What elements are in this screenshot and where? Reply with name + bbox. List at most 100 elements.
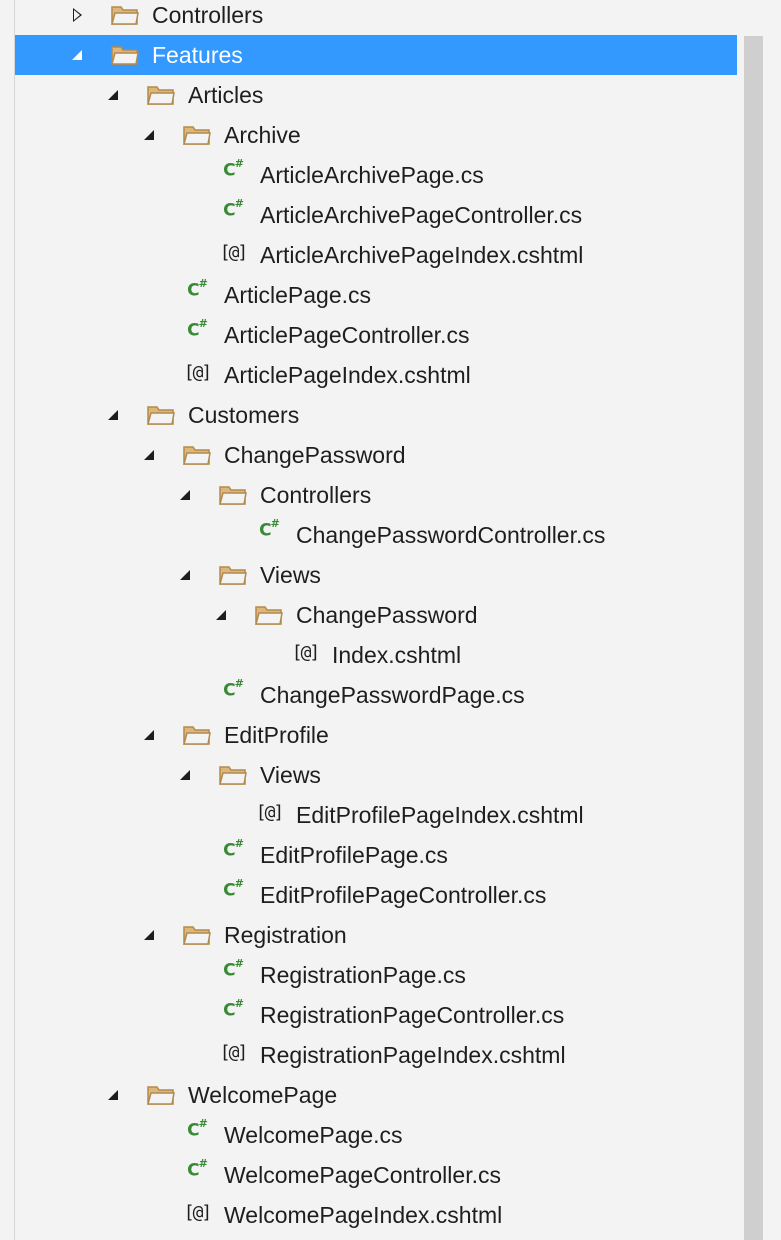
tree-folder-node[interactable]: Archive <box>15 115 737 155</box>
tree-node-label: Helpers <box>152 1235 231 1240</box>
tree-folder-node[interactable]: Articles <box>15 75 737 115</box>
razor-file-icon: [@] <box>219 241 248 263</box>
csharp-file-icon: C# <box>259 517 280 541</box>
expand-arrow-icon[interactable] <box>67 1235 87 1240</box>
folder-icon <box>144 1075 178 1115</box>
tree-file-node[interactable]: [@] Index.cshtml <box>15 635 737 675</box>
tree-folder-node[interactable]: Controllers <box>15 0 737 35</box>
collapse-arrow-icon[interactable] <box>175 755 195 795</box>
tree-file-node[interactable]: C# ArticlePage.cs <box>15 275 737 315</box>
tree-node-label: Controllers <box>152 2 264 28</box>
tree-node-label: ChangePassword <box>296 602 478 628</box>
tree-file-node[interactable]: C# RegistrationPageController.cs <box>15 995 737 1035</box>
tree-file-node[interactable]: [@] RegistrationPageIndex.cshtml <box>15 1035 737 1075</box>
collapse-arrow-icon[interactable] <box>211 595 231 635</box>
tree-node-label: ArticleArchivePageIndex.cshtml <box>260 242 584 268</box>
tree-folder-node[interactable]: ChangePassword <box>15 595 737 635</box>
folder-icon <box>252 595 286 635</box>
tree-folder-node[interactable]: ChangePassword <box>15 435 737 475</box>
tree-file-node[interactable]: [@] EditProfilePageIndex.cshtml <box>15 795 737 835</box>
collapse-arrow-icon[interactable] <box>139 715 159 755</box>
solution-tree: Controllers Features Articles Archive C# Arti… <box>15 0 737 1240</box>
razor-file-icon: [@] <box>219 1041 248 1063</box>
tree-node-label: Controllers <box>260 482 372 508</box>
tree-file-node[interactable]: C# RegistrationPage.cs <box>15 955 737 995</box>
tree-node-label: ArticlePageIndex.cshtml <box>224 362 471 388</box>
tree-file-node[interactable]: C# ArticleArchivePage.cs <box>15 155 737 195</box>
tree-file-node[interactable]: [@] ArticleArchivePageIndex.cshtml <box>15 235 737 275</box>
tree-file-node[interactable]: C# ChangePasswordPage.cs <box>15 675 737 715</box>
tree-node-label: ArticleArchivePage.cs <box>260 162 484 188</box>
csharp-file-icon: C# <box>223 197 244 221</box>
tree-node-label: ArticlePage.cs <box>224 282 372 308</box>
tree-file-node[interactable]: C# ChangePasswordController.cs <box>15 515 737 555</box>
expand-arrow-icon[interactable] <box>67 0 87 35</box>
tree-node-label: Views <box>260 762 321 788</box>
tree-file-node[interactable]: [@] ArticlePageIndex.cshtml <box>15 355 737 395</box>
tree-file-node[interactable]: C# EditProfilePageController.cs <box>15 875 737 915</box>
razor-file-icon: [@] <box>183 1201 212 1223</box>
csharp-file-icon: C# <box>187 277 208 301</box>
tree-node-label: Index.cshtml <box>332 642 462 668</box>
folder-icon <box>180 715 214 755</box>
tree-folder-node[interactable]: EditProfile <box>15 715 737 755</box>
tree-file-node[interactable]: C# EditProfilePage.cs <box>15 835 737 875</box>
csharp-file-icon: C# <box>187 317 208 341</box>
tree-node-label: Features <box>152 42 243 68</box>
tree-folder-node[interactable]: Controllers <box>15 475 737 515</box>
collapse-arrow-icon[interactable] <box>103 1075 123 1115</box>
tree-folder-node[interactable]: Views <box>15 555 737 595</box>
tree-file-node[interactable]: C# WelcomePage.cs <box>15 1115 737 1155</box>
tree-node-label: RegistrationPageController.cs <box>260 1002 565 1028</box>
folder-icon <box>108 0 142 35</box>
tree-file-node[interactable]: C# ArticleArchivePageController.cs <box>15 195 737 235</box>
tree-folder-node[interactable]: Helpers <box>15 1235 737 1240</box>
tree-node-label: WelcomePage.cs <box>224 1122 403 1148</box>
solution-explorer-tree-panel: Controllers Features Articles Archive C# Arti… <box>0 0 781 1240</box>
collapse-arrow-icon[interactable] <box>139 435 159 475</box>
tree-node-label: EditProfilePageController.cs <box>260 882 547 908</box>
tree-node-label: RegistrationPage.cs <box>260 962 466 988</box>
csharp-file-icon: C# <box>223 677 244 701</box>
folder-icon <box>108 1235 142 1240</box>
tree-node-label: Articles <box>188 82 264 108</box>
csharp-file-icon: C# <box>223 837 244 861</box>
collapse-arrow-icon[interactable] <box>139 115 159 155</box>
collapse-arrow-icon[interactable] <box>103 395 123 435</box>
collapse-arrow-icon[interactable] <box>175 475 195 515</box>
folder-icon <box>216 475 250 515</box>
tree-folder-node[interactable]: Features <box>15 35 737 75</box>
collapse-arrow-icon[interactable] <box>139 915 159 955</box>
collapse-arrow-icon[interactable] <box>67 35 87 75</box>
razor-file-icon: [@] <box>183 361 212 383</box>
csharp-file-icon: C# <box>223 997 244 1021</box>
scrollbar-thumb[interactable] <box>744 36 763 1240</box>
tree-folder-node[interactable]: WelcomePage <box>15 1075 737 1115</box>
tree-file-node[interactable]: [@] WelcomePageIndex.cshtml <box>15 1195 737 1235</box>
tree-node-label: ChangePassword <box>224 442 406 468</box>
razor-file-icon: [@] <box>255 801 284 823</box>
collapse-arrow-icon[interactable] <box>103 75 123 115</box>
collapse-arrow-icon[interactable] <box>175 555 195 595</box>
folder-icon <box>144 395 178 435</box>
folder-icon <box>180 435 214 475</box>
folder-icon <box>108 35 142 75</box>
razor-file-icon: [@] <box>291 641 320 663</box>
tree-node-label: EditProfilePage.cs <box>260 842 448 868</box>
tree-node-label: ChangePasswordController.cs <box>296 522 606 548</box>
tree-folder-node[interactable]: Views <box>15 755 737 795</box>
tree-folder-node[interactable]: Customers <box>15 395 737 435</box>
tree-node-label: WelcomePageController.cs <box>224 1162 501 1188</box>
tree-node-label: RegistrationPageIndex.cshtml <box>260 1042 566 1068</box>
tree-node-label: Archive <box>224 122 301 148</box>
tree-node-label: EditProfilePageIndex.cshtml <box>296 802 584 828</box>
folder-icon <box>216 755 250 795</box>
csharp-file-icon: C# <box>223 877 244 901</box>
csharp-file-icon: C# <box>187 1157 208 1181</box>
tree-folder-node[interactable]: Registration <box>15 915 737 955</box>
tree-file-node[interactable]: C# ArticlePageController.cs <box>15 315 737 355</box>
tree-file-node[interactable]: C# WelcomePageController.cs <box>15 1155 737 1195</box>
tree-node-label: Views <box>260 562 321 588</box>
tree-node-label: Customers <box>188 402 300 428</box>
folder-icon <box>180 915 214 955</box>
